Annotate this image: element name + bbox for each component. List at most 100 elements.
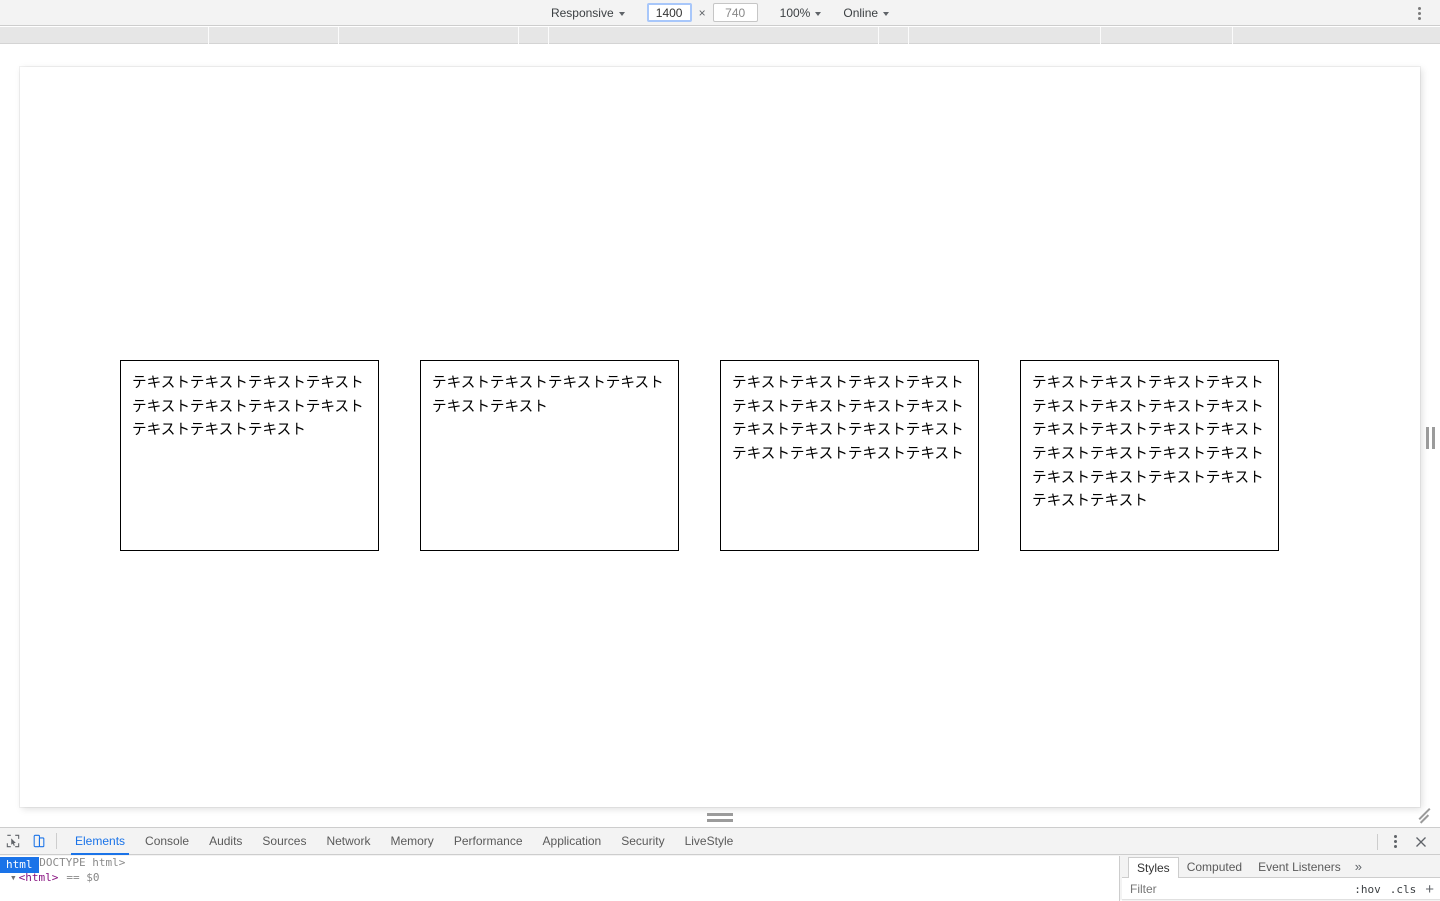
tab-livestyle[interactable]: LiveStyle xyxy=(675,828,744,855)
tab-label: Network xyxy=(326,834,371,848)
dom-node-html[interactable]: ▾ <html> == $0 xyxy=(0,871,1120,885)
ruler-tick xyxy=(208,27,209,44)
devtools-more-options-button[interactable] xyxy=(1384,831,1406,853)
card-row: テキストテキストテキストテキストテキストテキストテキストテキストテキストテキスト… xyxy=(120,360,1279,551)
breadcrumb-item-html[interactable]: html xyxy=(0,856,39,873)
resize-grip-bar xyxy=(1425,427,1429,449)
devtools-panel: Elements Console Audits Sources Network … xyxy=(0,827,1440,901)
devtools-tabbar: Elements Console Audits Sources Network … xyxy=(0,828,1440,855)
viewport-ruler[interactable] xyxy=(0,27,1440,44)
dom-breadcrumb: html xyxy=(0,856,39,873)
cursor-inspect-icon xyxy=(6,834,20,848)
chevron-down-icon xyxy=(815,11,822,16)
toolbar-divider xyxy=(1377,833,1378,850)
tab-security[interactable]: Security xyxy=(611,828,674,855)
tab-memory[interactable]: Memory xyxy=(380,828,443,855)
tab-application[interactable]: Application xyxy=(533,828,612,855)
cls-toggle-button[interactable]: .cls xyxy=(1390,883,1417,896)
vertical-dots-icon xyxy=(1417,6,1421,10)
vertical-dots-icon xyxy=(1417,11,1421,15)
tab-network[interactable]: Network xyxy=(316,828,380,855)
sidebar-tab-label: Styles xyxy=(1137,861,1170,875)
throttling-label: Online xyxy=(843,5,879,20)
zoom-dropdown[interactable]: 100% xyxy=(774,4,828,22)
text-card: テキストテキストテキストテキストテキストテキストテキストテキストテキストテキスト… xyxy=(720,360,979,551)
text-card: テキストテキストテキストテキストテキストテキストテキストテキストテキストテキスト… xyxy=(120,360,379,551)
vertical-dots-icon xyxy=(1393,840,1397,843)
inspect-element-button[interactable] xyxy=(0,828,26,854)
resize-grip-bar xyxy=(1431,427,1435,449)
sidebar-tab-computed[interactable]: Computed xyxy=(1179,856,1250,877)
dom-tree-pane[interactable]: <!DOCTYPE html> ▾ <html> == $0 xyxy=(0,856,1120,901)
device-preset-label: Responsive xyxy=(550,5,614,20)
tab-label: Audits xyxy=(209,834,243,848)
chevron-down-icon xyxy=(618,11,625,16)
zoom-label: 100% xyxy=(779,5,811,20)
text-card: テキストテキストテキストテキストテキストテキストテキストテキストテキストテキスト… xyxy=(1020,360,1279,551)
expand-arrow-icon[interactable]: ▾ xyxy=(10,871,17,885)
resize-grip-bar xyxy=(707,812,733,816)
ruler-tick xyxy=(1232,27,1233,44)
viewport-height-input[interactable] xyxy=(712,3,758,22)
sidebar-tab-label: Event Listeners xyxy=(1258,859,1341,874)
tab-label: LiveStyle xyxy=(684,834,734,848)
ruler-tick xyxy=(878,27,879,44)
toolbar-divider xyxy=(56,833,57,849)
sidebar-tab-event-listeners[interactable]: Event Listeners xyxy=(1250,856,1349,877)
tab-label: Console xyxy=(145,834,190,848)
tab-label: Sources xyxy=(262,834,307,848)
tab-label: Security xyxy=(621,834,665,848)
device-mode-toolbar: Responsive × 100% Online xyxy=(0,0,1440,26)
tab-audits[interactable]: Audits xyxy=(199,828,252,855)
viewport-corner-resize-handle[interactable] xyxy=(1417,807,1433,823)
tab-performance[interactable]: Performance xyxy=(444,828,533,855)
tab-elements[interactable]: Elements xyxy=(65,828,135,855)
viewport-width-input[interactable] xyxy=(646,3,692,22)
device-preset-dropdown[interactable]: Responsive xyxy=(545,4,631,22)
tab-label: Elements xyxy=(75,834,126,848)
chevron-down-icon xyxy=(883,11,890,16)
device-toolbar-controls: Responsive × 100% Online xyxy=(0,3,1440,22)
toggle-device-toolbar-button[interactable] xyxy=(26,828,52,854)
ruler-tick xyxy=(908,27,909,44)
device-viewport: テキストテキストテキストテキストテキストテキストテキストテキストテキストテキスト… xyxy=(20,67,1420,807)
chevron-double-right-icon[interactable]: » xyxy=(1349,856,1368,877)
vertical-dots-icon xyxy=(1393,835,1397,838)
rendered-page: テキストテキストテキストテキストテキストテキストテキストテキストテキストテキスト… xyxy=(20,67,1420,807)
tab-label: Application xyxy=(542,834,602,848)
dimension-separator: × xyxy=(698,5,706,20)
resize-grip-bar xyxy=(707,818,733,822)
tab-sources[interactable]: Sources xyxy=(252,828,316,855)
styles-filter-input[interactable] xyxy=(1130,881,1280,896)
styles-sidebar: Styles Computed Event Listeners » :hov .… xyxy=(1122,856,1440,901)
devtools-pane-splitter[interactable] xyxy=(1119,856,1120,901)
close-icon xyxy=(1416,836,1426,847)
throttling-dropdown[interactable]: Online xyxy=(837,4,895,22)
viewport-height-resize-handle[interactable] xyxy=(706,811,734,823)
ruler-tick xyxy=(518,27,519,44)
new-style-rule-button[interactable]: + xyxy=(1425,881,1434,898)
dom-selected-marker: == $0 xyxy=(66,871,100,884)
tab-console[interactable]: Console xyxy=(135,828,199,855)
tab-label: Performance xyxy=(453,834,523,848)
sidebar-tab-label: Computed xyxy=(1186,859,1243,874)
devtools-toolbar-right xyxy=(1371,828,1440,855)
styles-sidebar-tabbar: Styles Computed Event Listeners » xyxy=(1122,856,1440,878)
ruler-tick xyxy=(548,27,549,44)
dom-doctype-line: <!DOCTYPE html> xyxy=(26,856,126,869)
close-devtools-button[interactable] xyxy=(1408,829,1434,855)
vertical-dots-icon xyxy=(1393,845,1397,848)
device-toolbar-more-options-button[interactable] xyxy=(1410,4,1428,22)
ruler-tick xyxy=(338,27,339,44)
dom-tag-html: <html> xyxy=(18,871,59,884)
tab-label: Memory xyxy=(390,834,434,848)
text-card: テキストテキストテキストテキストテキストテキスト xyxy=(420,360,679,551)
vertical-dots-icon xyxy=(1417,16,1421,20)
styles-filter-actions: :hov .cls + xyxy=(1354,878,1434,900)
device-toolbar-icon xyxy=(33,834,45,848)
styles-filter-bar: :hov .cls + xyxy=(1122,878,1440,900)
sidebar-tab-styles[interactable]: Styles xyxy=(1128,857,1179,878)
ruler-tick xyxy=(1100,27,1101,44)
hov-toggle-button[interactable]: :hov xyxy=(1354,883,1381,896)
viewport-width-resize-handle[interactable] xyxy=(1424,424,1436,452)
